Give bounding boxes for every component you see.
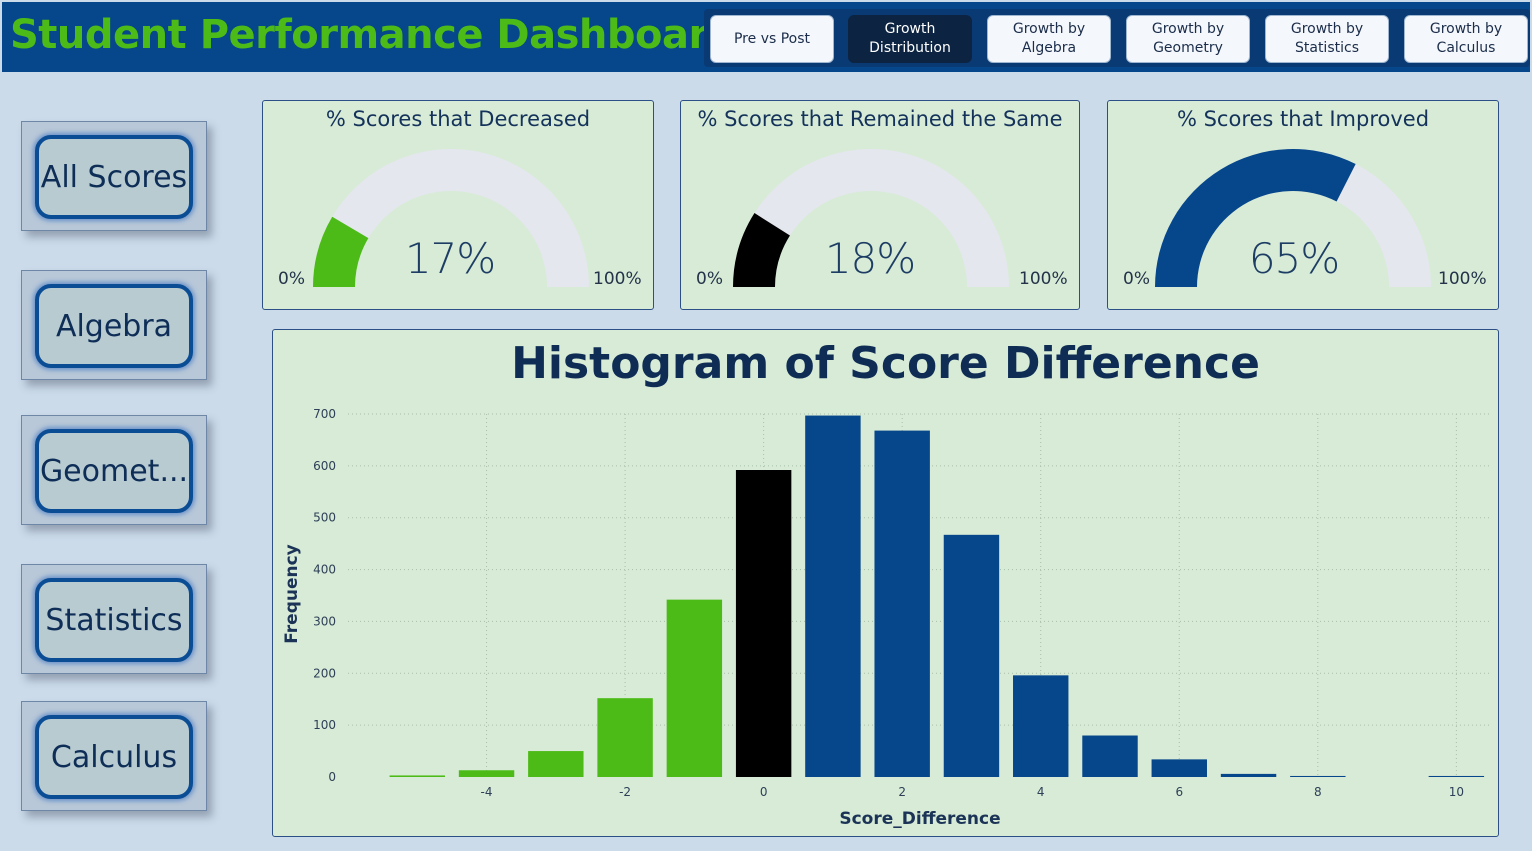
- filter-button-geometry[interactable]: Geomet...: [35, 429, 193, 513]
- histogram-bar[interactable]: [1151, 759, 1207, 777]
- x-tick-label: -4: [481, 785, 493, 799]
- histogram-bar[interactable]: [1220, 773, 1277, 777]
- histogram-bar[interactable]: [458, 770, 515, 777]
- gauge-min-label: 0%: [1123, 269, 1150, 289]
- nav-button-growth-by-statistics[interactable]: Growth by Statistics: [1265, 15, 1389, 63]
- nav-button-growth-by-geometry[interactable]: Growth by Geometry: [1126, 15, 1250, 63]
- histogram-bar[interactable]: [943, 534, 1000, 777]
- y-tick-label: 400: [313, 563, 336, 577]
- filter-button-algebra[interactable]: Algebra: [35, 284, 193, 368]
- page-title: Student Performance Dashboard: [10, 12, 736, 58]
- gauge-max-label: 100%: [1019, 269, 1068, 289]
- histogram-bar[interactable]: [389, 775, 445, 777]
- y-tick-label: 0: [328, 770, 336, 784]
- x-tick-label: 2: [898, 785, 906, 799]
- histogram-bar[interactable]: [735, 470, 792, 777]
- y-tick-label: 100: [313, 718, 336, 732]
- gauge-value: 18%: [824, 234, 916, 283]
- histogram-bar[interactable]: [1290, 775, 1346, 777]
- gauge-card-improved: % Scores that Improved 65% 0% 100%: [1107, 100, 1499, 310]
- gauge-title: % Scores that Remained the Same: [697, 107, 1063, 131]
- y-tick-label: 600: [313, 459, 336, 473]
- histogram-chart: Score_Difference Frequency 0100200300400…: [282, 407, 1491, 829]
- gauge-title: % Scores that Improved: [1176, 107, 1430, 131]
- slicer-card-calculus: Calculus: [21, 701, 207, 811]
- filter-button-statistics[interactable]: Statistics: [35, 578, 193, 662]
- slicer-card-geometry: Geomet...: [21, 415, 207, 525]
- histogram-bar[interactable]: [1428, 775, 1485, 777]
- gauge-max-label: 100%: [593, 269, 642, 289]
- gauge-card-decreased: % Scores that Decreased 17% 0% 100%: [262, 100, 654, 310]
- x-tick-label: 4: [1037, 785, 1045, 799]
- gauge-card-same: % Scores that Remained the Same 18% 0% 1…: [680, 100, 1080, 310]
- histogram-bar[interactable]: [528, 751, 584, 777]
- gauge-min-label: 0%: [696, 269, 723, 289]
- x-tick-label: 10: [1449, 785, 1464, 799]
- x-axis-label: Score_Difference: [839, 809, 1000, 829]
- y-tick-label: 700: [313, 407, 336, 421]
- histogram-bar[interactable]: [666, 599, 723, 777]
- x-tick-label: -2: [619, 785, 631, 799]
- nav-button-growth-by-algebra[interactable]: Growth by Algebra: [987, 15, 1111, 63]
- slicer-card-statistics: Statistics: [21, 564, 207, 674]
- y-axis-label: Frequency: [282, 544, 302, 644]
- y-tick-label: 500: [313, 511, 336, 525]
- y-tick-label: 200: [313, 666, 336, 680]
- histogram-bar[interactable]: [874, 430, 930, 777]
- page-navigator: Pre vs Post Growth Distribution Growth b…: [704, 9, 1530, 67]
- gauge-min-label: 0%: [278, 269, 305, 289]
- gauge-max-label: 100%: [1438, 269, 1487, 289]
- histogram-bar[interactable]: [805, 415, 861, 777]
- histogram-bar[interactable]: [1082, 735, 1138, 777]
- y-tick-label: 300: [313, 614, 336, 628]
- slicer-card-all-scores: All Scores: [21, 121, 207, 231]
- gauge-value: 65%: [1248, 234, 1340, 283]
- histogram-bar[interactable]: [597, 698, 653, 777]
- slicer-card-algebra: Algebra: [21, 270, 207, 380]
- nav-button-growth-by-calculus[interactable]: Growth by Calculus: [1404, 15, 1528, 63]
- nav-button-pre-vs-post[interactable]: Pre vs Post: [710, 15, 834, 63]
- histogram-bar[interactable]: [1013, 675, 1069, 777]
- histogram-card: Histogram of Score Difference Score_Diff…: [272, 329, 1499, 837]
- nav-button-growth-distribution[interactable]: Growth Distribution: [848, 15, 972, 63]
- x-tick-label: 8: [1314, 785, 1322, 799]
- header-bar: Student Performance Dashboard Pre vs Pos…: [2, 2, 1530, 72]
- x-tick-label: 6: [1175, 785, 1183, 799]
- filter-button-all-scores[interactable]: All Scores: [35, 135, 193, 219]
- gauge-title: % Scores that Decreased: [325, 107, 591, 131]
- filter-button-calculus[interactable]: Calculus: [35, 715, 193, 799]
- x-tick-label: 0: [760, 785, 768, 799]
